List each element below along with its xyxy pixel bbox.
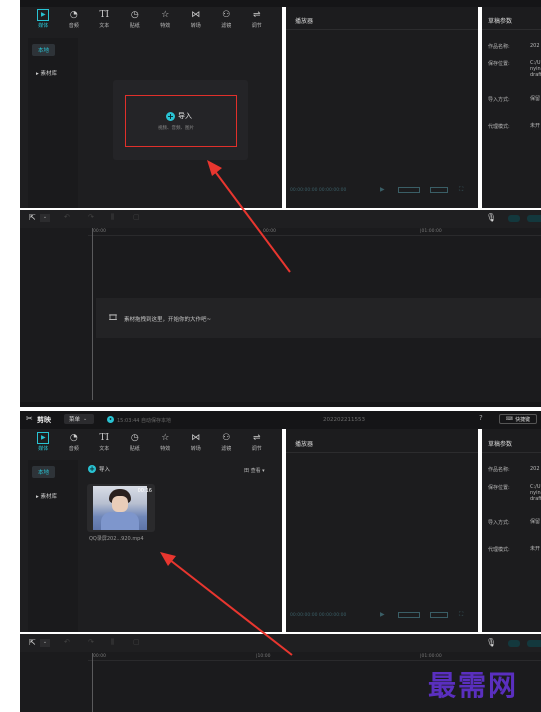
arrow-to-clip: [160, 552, 293, 656]
watermark-text: 最需网: [428, 669, 519, 702]
annotation-arrows: [160, 160, 293, 656]
arrow-to-import: [207, 160, 291, 273]
